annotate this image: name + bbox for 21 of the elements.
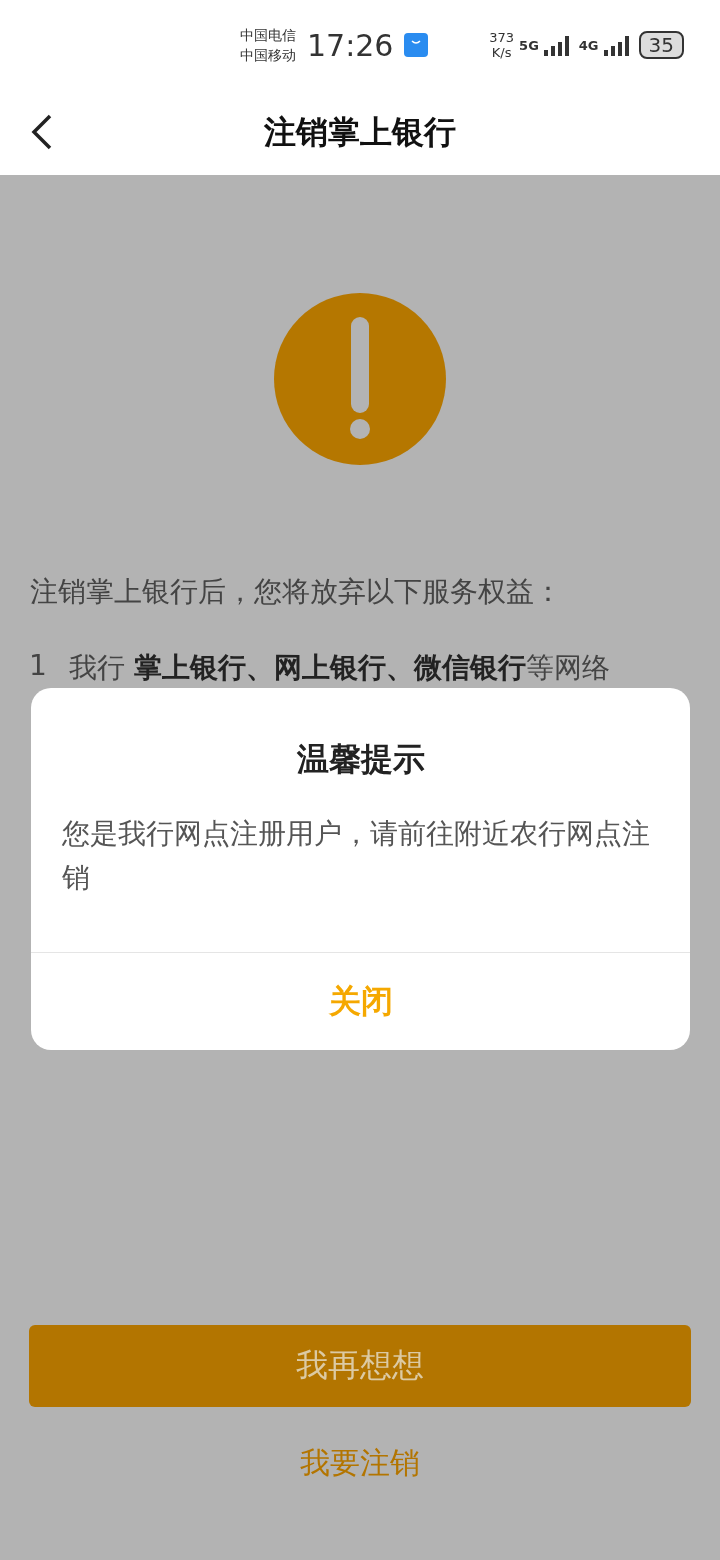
list-number: 1 xyxy=(29,649,47,684)
warning-icon xyxy=(274,293,446,465)
list-text: 我行 掌上银行、网上银行、微信银行等网络 xyxy=(68,650,610,686)
status-time: 17:26 xyxy=(307,27,394,63)
network-label: 5G xyxy=(519,37,539,53)
page-title: 注销掌上银行 xyxy=(264,111,456,153)
app-notification-icon xyxy=(404,33,429,57)
dialog-message: 您是我行网点注册用户，请前往附近农行网点注销 xyxy=(61,816,651,896)
carrier-name: 中国移动 xyxy=(240,46,296,65)
speed-unit: K/s xyxy=(491,45,512,60)
speed-value: 373 xyxy=(489,30,515,45)
back-button[interactable] xyxy=(30,114,54,150)
battery-level: 35 xyxy=(638,31,684,59)
carrier-name: 中国电信 xyxy=(240,26,296,45)
network-label: 4G xyxy=(578,37,599,53)
close-button[interactable]: 关闭 xyxy=(31,952,690,1050)
back-icon xyxy=(30,114,54,150)
reconsider-button[interactable]: 我再想想 xyxy=(29,1325,691,1407)
deregister-link[interactable]: 我要注销 xyxy=(300,1443,420,1484)
intro-text: 注销掌上银行后，您将放弃以下服务权益： xyxy=(30,574,563,610)
dialog-title: 温馨提示 xyxy=(296,739,425,780)
